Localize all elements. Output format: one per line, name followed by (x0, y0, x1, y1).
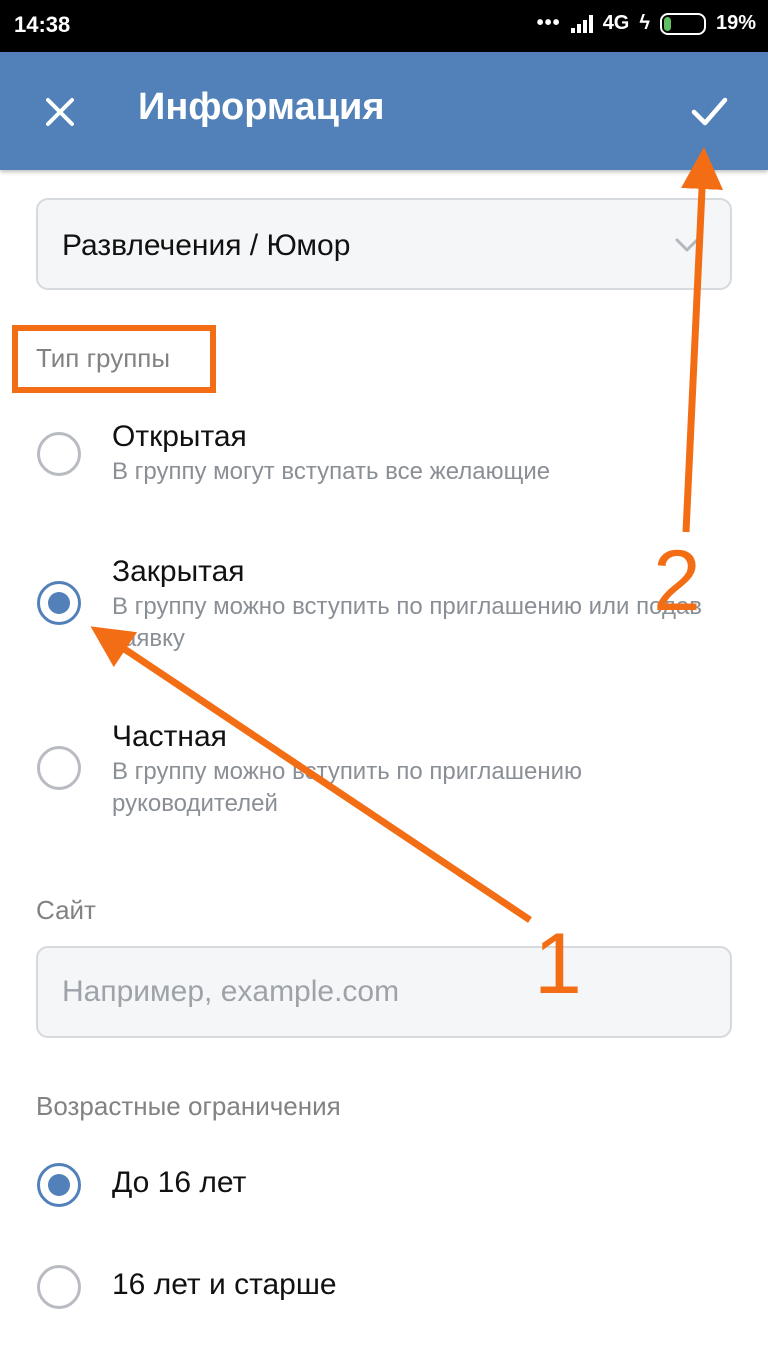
annotation-arrows (90, 147, 723, 923)
arrow-1 (90, 626, 532, 923)
annotation-number-1: 1 (534, 916, 582, 1012)
annotation-number-2: 2 (653, 533, 701, 629)
arrow-2 (681, 147, 723, 533)
